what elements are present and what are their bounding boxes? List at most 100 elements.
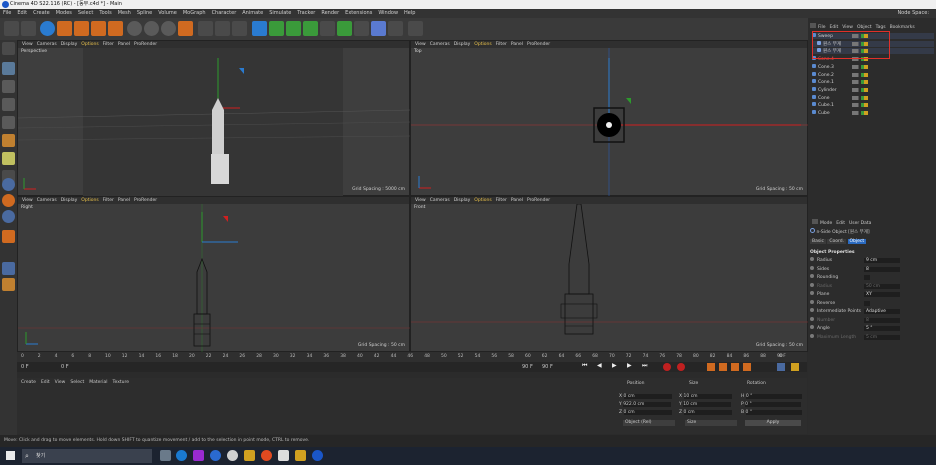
animate-dot-icon[interactable] bbox=[810, 282, 814, 287]
recent-tools-icon[interactable] bbox=[108, 21, 123, 36]
vp-menu-options[interactable]: Options bbox=[81, 42, 98, 47]
position-key-icon[interactable] bbox=[719, 363, 727, 371]
render-view-icon[interactable] bbox=[198, 21, 213, 36]
animate-dot-icon[interactable] bbox=[810, 291, 814, 295]
start-frame-field[interactable]: 0 F bbox=[21, 364, 29, 370]
menu-help[interactable]: Help bbox=[404, 10, 415, 16]
size-z-field[interactable]: 0 cm bbox=[683, 410, 732, 415]
camera-icon[interactable] bbox=[371, 21, 386, 36]
planar-workplane-icon[interactable] bbox=[2, 230, 15, 243]
menu-spline[interactable]: Spline bbox=[137, 10, 152, 16]
om-menu-edit[interactable]: Edit bbox=[830, 25, 839, 30]
y-axis-icon[interactable] bbox=[144, 21, 159, 36]
menu-tracker[interactable]: Tracker bbox=[297, 10, 315, 16]
property-value-field[interactable]: XY bbox=[864, 292, 900, 297]
animate-dot-icon[interactable] bbox=[810, 316, 814, 321]
viewport-top[interactable]: View Cameras Display Options Filter Panel ProR… bbox=[410, 40, 809, 197]
snap-icon[interactable] bbox=[2, 178, 15, 191]
vp-menu-options[interactable]: Options bbox=[474, 198, 491, 203]
mat-menu-create[interactable]: Create bbox=[21, 380, 36, 385]
cinema4d-taskbar-icon[interactable] bbox=[312, 450, 323, 461]
pos-z-field[interactable]: 0 cm bbox=[623, 410, 672, 415]
autokey-icon[interactable] bbox=[677, 363, 685, 371]
property-value-field[interactable]: 9 cm bbox=[864, 258, 900, 263]
vp-menu-prorender[interactable]: ProRender bbox=[134, 42, 157, 47]
vp-menu-filter[interactable]: Filter bbox=[496, 198, 507, 203]
animate-dot-icon[interactable] bbox=[810, 308, 814, 312]
om-menu-bookmarks[interactable]: Bookmarks bbox=[890, 25, 915, 30]
vp-menu-display[interactable]: Display bbox=[454, 42, 471, 47]
redo-icon[interactable] bbox=[21, 21, 36, 36]
object-row[interactable]: Cylinder bbox=[812, 86, 934, 93]
viewport-perspective[interactable]: View Cameras Display Options Filter Panel ProR… bbox=[17, 40, 411, 197]
go-to-end-icon[interactable]: ⏭ bbox=[642, 362, 647, 370]
vp-menu-filter[interactable]: Filter bbox=[103, 198, 114, 203]
subdivision-surface-icon[interactable] bbox=[286, 21, 301, 36]
vp-menu-cameras[interactable]: Cameras bbox=[430, 198, 450, 203]
vp-menu-display[interactable]: Display bbox=[61, 198, 78, 203]
object-name[interactable]: Cube.1 bbox=[818, 103, 834, 108]
property-value-field[interactable] bbox=[864, 275, 870, 280]
z-axis-icon[interactable] bbox=[161, 21, 176, 36]
rotation-key-icon[interactable] bbox=[743, 363, 751, 371]
vp-menu-prorender[interactable]: ProRender bbox=[527, 198, 550, 203]
object-name[interactable]: Cube bbox=[818, 111, 830, 116]
undo-icon[interactable] bbox=[4, 21, 19, 36]
property-value-field[interactable]: Adaptive bbox=[864, 309, 900, 314]
timeline-layout-icon[interactable] bbox=[791, 363, 799, 371]
size-y-field[interactable]: 10 cm bbox=[683, 402, 732, 407]
menu-tools[interactable]: Tools bbox=[99, 10, 111, 16]
object-row[interactable]: Cone.2 bbox=[812, 71, 934, 78]
move-icon[interactable] bbox=[57, 21, 72, 36]
rotate-icon[interactable] bbox=[91, 21, 106, 36]
points-mode-icon[interactable] bbox=[2, 98, 15, 111]
menu-mesh[interactable]: Mesh bbox=[118, 10, 131, 16]
vp-menu-filter[interactable]: Filter bbox=[496, 42, 507, 47]
mat-menu-texture[interactable]: Texture bbox=[113, 380, 129, 385]
object-visibility-flags[interactable] bbox=[852, 111, 868, 115]
vp-menu-panel[interactable]: Panel bbox=[511, 42, 523, 47]
vp-menu-options[interactable]: Options bbox=[474, 42, 491, 47]
vp-menu-display[interactable]: Display bbox=[454, 198, 471, 203]
app-icon[interactable] bbox=[210, 450, 221, 461]
object-name[interactable]: Cone.1 bbox=[818, 80, 834, 85]
am-menu-edit[interactable]: Edit bbox=[836, 221, 845, 226]
scale-icon[interactable] bbox=[74, 21, 89, 36]
max-frame-field[interactable]: 90 F bbox=[542, 364, 553, 370]
menu-animate[interactable]: Animate bbox=[242, 10, 263, 16]
am-menu-mode[interactable]: Mode bbox=[820, 221, 832, 226]
timeline-ruler[interactable]: 0 2 4 6 8 10 12 14 16 18 20 22 24 26 28 30 32 34 36 38 40 42 4… bbox=[17, 352, 807, 362]
layout-icon[interactable] bbox=[408, 21, 423, 36]
pos-y-field[interactable]: 922.0 cm bbox=[623, 402, 672, 407]
cloner-icon[interactable] bbox=[320, 21, 335, 36]
property-value-field[interactable]: 5 cm bbox=[864, 334, 900, 340]
vp-menu-view[interactable]: View bbox=[415, 198, 426, 203]
task-view-icon[interactable] bbox=[160, 450, 171, 461]
property-value-field[interactable]: 8 bbox=[864, 266, 900, 272]
play-icon[interactable]: ▶ bbox=[612, 362, 617, 369]
vp-menu-cameras[interactable]: Cameras bbox=[430, 42, 450, 47]
interpolation-icon[interactable] bbox=[777, 363, 785, 371]
taskbar-search[interactable]: ⌕ 찾기 bbox=[22, 449, 152, 463]
make-editable-icon[interactable] bbox=[2, 42, 15, 55]
vp-menu-display[interactable]: Display bbox=[61, 42, 78, 47]
uv-mode-icon[interactable] bbox=[2, 152, 15, 165]
vp-menu-cameras[interactable]: Cameras bbox=[37, 42, 57, 47]
vp-menu-panel[interactable]: Panel bbox=[511, 198, 523, 203]
vp-menu-options[interactable]: Options bbox=[81, 198, 98, 203]
enable-quantizing-icon[interactable] bbox=[2, 262, 15, 275]
menu-extensions[interactable]: Extensions bbox=[345, 10, 372, 16]
menu-select[interactable]: Select bbox=[78, 10, 93, 16]
menu-volume[interactable]: Volume bbox=[158, 10, 177, 16]
x-axis-icon[interactable] bbox=[127, 21, 142, 36]
size-x-field[interactable]: 10 cm bbox=[683, 394, 732, 399]
property-value-field[interactable]: 50 cm bbox=[864, 283, 900, 289]
menu-character[interactable]: Character bbox=[212, 10, 237, 16]
om-menu-object[interactable]: Object bbox=[857, 25, 872, 30]
vp-menu-filter[interactable]: Filter bbox=[103, 42, 114, 47]
menu-render[interactable]: Render bbox=[321, 10, 339, 16]
mat-menu-edit[interactable]: Edit bbox=[41, 380, 50, 385]
mat-menu-select[interactable]: Select bbox=[70, 380, 84, 385]
rot-h-field[interactable]: 0 ° bbox=[745, 394, 802, 399]
vp-menu-prorender[interactable]: ProRender bbox=[527, 42, 550, 47]
